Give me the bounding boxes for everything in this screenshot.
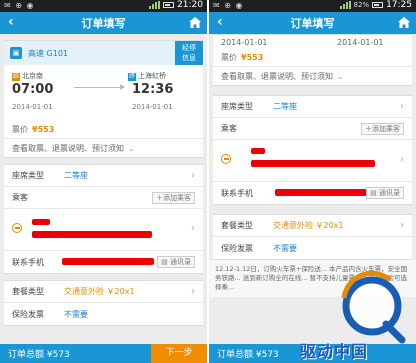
ticket-info-link[interactable]: 查看取票、退票说明、预订须知 ⌄ bbox=[213, 67, 412, 85]
order-form: 座席类型 二等座 › 乘客 ＋添加乘客 › 联系手机 ▤ 通讯录 bbox=[213, 95, 412, 205]
contacts-button[interactable]: ▤ 通讯录 bbox=[366, 187, 404, 199]
station-times: 始北京南 终上海虹桥 07:00 12:36 2014-01-01 2014-0… bbox=[4, 65, 203, 121]
ticket-info-link[interactable]: 查看取票、退票说明、预订须知 ⌄ bbox=[4, 139, 203, 157]
next-button[interactable]: 下一步 bbox=[151, 344, 207, 363]
clock: 21:20 bbox=[177, 0, 203, 10]
train-header: ▣ 高速 G101 经停 信息 bbox=[4, 41, 203, 65]
redacted-phone bbox=[62, 258, 154, 265]
notification-icons: ✉ ⊕ ◉ bbox=[213, 1, 244, 10]
insurance-row[interactable]: 保险发票 不需要 bbox=[213, 237, 412, 259]
ticket-price-row: 票价 ¥553 bbox=[213, 49, 412, 67]
remove-passenger-icon[interactable] bbox=[12, 223, 22, 233]
signal-icon bbox=[149, 1, 161, 9]
seat-type-row[interactable]: 座席类型 二等座 › bbox=[213, 96, 412, 118]
arrive-station: 终上海虹桥 bbox=[128, 72, 166, 81]
seat-type-value: 二等座 bbox=[273, 102, 297, 111]
home-icon[interactable] bbox=[189, 17, 201, 28]
depart-station: 始北京南 bbox=[12, 72, 43, 81]
stop-info-button[interactable]: 经停 信息 bbox=[175, 41, 203, 65]
train-card: ▣ 高速 G101 经停 信息 始北京南 终上海虹桥 07:00 12:36 2… bbox=[4, 40, 203, 158]
add-passenger-button[interactable]: ＋添加乘客 bbox=[361, 123, 404, 135]
phone-row[interactable]: 联系手机 ▤ 通讯录 bbox=[4, 251, 203, 273]
notification-icons: ✉ ⊕ ◉ bbox=[4, 1, 35, 10]
redacted-name bbox=[32, 219, 50, 225]
status-bar: ✉ ⊕ ◉ 82% 17:25 bbox=[209, 0, 416, 12]
insurance-value: 不需要 bbox=[64, 309, 88, 319]
chevron-right-icon: › bbox=[400, 101, 404, 112]
passenger-row: 乘客 ＋添加乘客 bbox=[213, 118, 412, 140]
watermark-text: 驱动中国 bbox=[300, 342, 369, 361]
train-number: 高速 G101 bbox=[28, 48, 69, 58]
back-icon[interactable]: ‹ bbox=[8, 14, 14, 30]
package-form: 套餐类型 交通意外险 ￥20x1 › 保险发票 不需要 bbox=[4, 280, 203, 326]
contacts-button[interactable]: ▤ 通讯录 bbox=[157, 256, 195, 268]
insurance-value: 不需要 bbox=[273, 243, 297, 253]
chevron-right-icon: › bbox=[400, 154, 404, 165]
ticket-price-row: 票价 ¥553 bbox=[4, 121, 203, 139]
chevron-right-icon: › bbox=[400, 220, 404, 231]
package-value: 交通意外险 ￥20x1 bbox=[273, 221, 344, 230]
redacted-id bbox=[32, 231, 152, 238]
package-row[interactable]: 套餐类型 交通意外险 ￥20x1 › bbox=[213, 215, 412, 237]
passenger-item: › bbox=[213, 140, 412, 182]
signal-icon bbox=[339, 1, 351, 9]
order-total: 订单总额 ¥573 bbox=[217, 350, 279, 360]
chevron-right-icon: › bbox=[191, 286, 195, 297]
insurance-row[interactable]: 保险发票 不需要 bbox=[4, 303, 203, 325]
package-form: 套餐类型 交通意外险 ￥20x1 › 保险发票 不需要 bbox=[213, 214, 412, 260]
passenger-item: › bbox=[4, 209, 203, 251]
chevron-right-icon: › bbox=[191, 223, 195, 234]
route-arrow bbox=[74, 84, 125, 90]
chevron-down-icon: ⌄ bbox=[337, 71, 344, 81]
page-title: 订单填写 bbox=[290, 17, 335, 30]
bottom-bar: 订单总额 ¥573 下一步 bbox=[0, 344, 207, 363]
clock: 17:25 bbox=[386, 0, 412, 10]
nav-bar: ‹ 订单填写 bbox=[0, 12, 207, 34]
battery-icon bbox=[163, 2, 175, 8]
ticket-price: ¥553 bbox=[241, 53, 264, 62]
chevron-down-icon: ⌄ bbox=[128, 143, 135, 153]
redacted-phone bbox=[275, 189, 367, 196]
home-icon[interactable] bbox=[398, 17, 410, 28]
seat-type-row[interactable]: 座席类型 二等座 › bbox=[4, 165, 203, 187]
add-passenger-button[interactable]: ＋添加乘客 bbox=[152, 192, 195, 204]
page-title: 订单填写 bbox=[81, 17, 126, 30]
seat-type-value: 二等座 bbox=[64, 171, 88, 180]
phone-row[interactable]: 联系手机 ▤ 通讯录 bbox=[213, 182, 412, 204]
status-bar: ✉ ⊕ ◉ 21:20 bbox=[0, 0, 207, 12]
ticket-price: ¥553 bbox=[32, 125, 55, 134]
depart-date: 2014-01-01 bbox=[12, 103, 53, 111]
package-row[interactable]: 套餐类型 交通意外险 ￥20x1 › bbox=[4, 281, 203, 303]
nav-bar: ‹ 订单填写 bbox=[209, 12, 416, 34]
dates-row: 2014-01-01 2014-01-01 bbox=[221, 37, 384, 47]
battery-percent: 82% bbox=[353, 1, 370, 9]
redacted-name bbox=[251, 148, 265, 154]
package-value: 交通意外险 ￥20x1 bbox=[64, 287, 135, 296]
redacted-id bbox=[251, 160, 375, 167]
train-card-scrolled: 2014-01-01 2014-01-01 票价 ¥553 查看取票、退票说明、… bbox=[213, 34, 412, 86]
order-total: 订单总额 ¥573 bbox=[8, 350, 70, 360]
chevron-right-icon: › bbox=[191, 170, 195, 181]
phone-screen-left: ✉ ⊕ ◉ 21:20 ‹ 订单填写 ▣ 高速 G101 经停 信息 始北京南 … bbox=[0, 0, 207, 363]
train-icon: ▣ bbox=[10, 47, 22, 59]
arrive-date: 2014-01-01 bbox=[132, 103, 173, 111]
depart-time: 07:00 bbox=[12, 82, 54, 97]
remove-passenger-icon[interactable] bbox=[221, 154, 231, 164]
order-form: 座席类型 二等座 › 乘客 ＋添加乘客 › 联系手机 ▤ 通讯录 bbox=[4, 164, 203, 274]
battery-icon bbox=[372, 2, 384, 8]
passenger-row: 乘客 ＋添加乘客 bbox=[4, 187, 203, 209]
arrive-time: 12:36 bbox=[132, 82, 174, 97]
back-icon[interactable]: ‹ bbox=[217, 14, 223, 30]
